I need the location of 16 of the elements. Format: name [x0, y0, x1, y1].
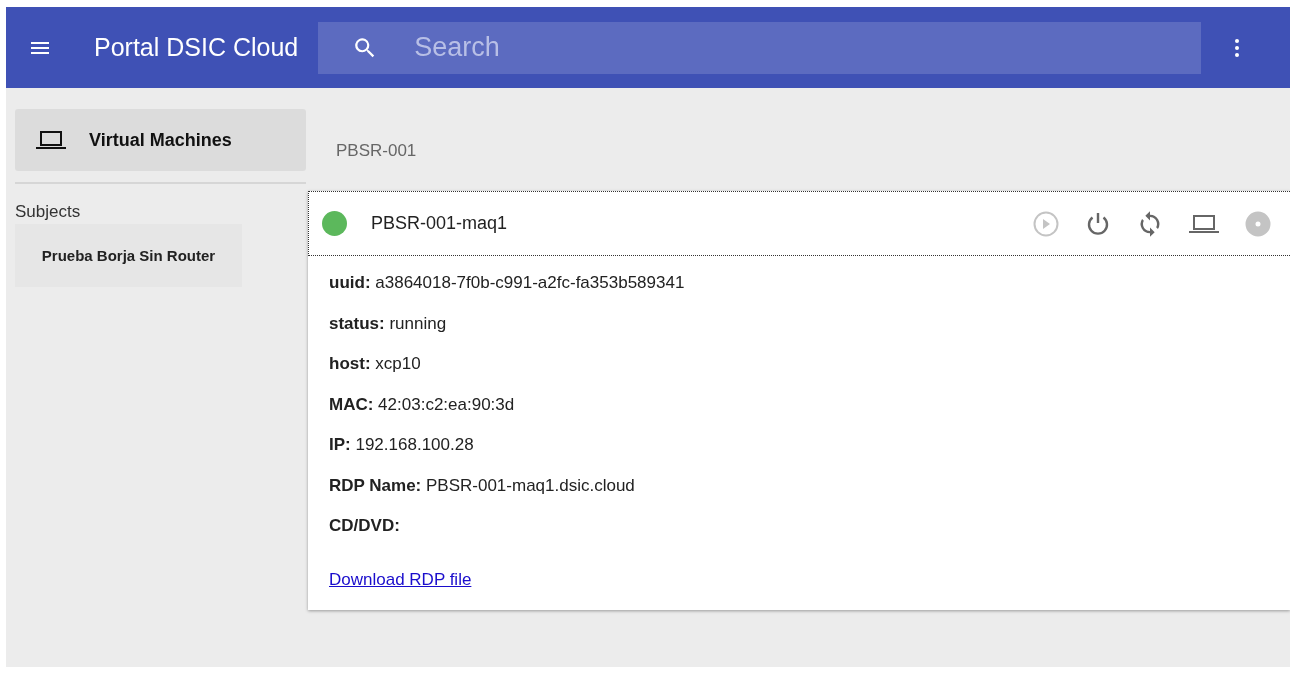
laptop-icon[interactable] — [35, 128, 67, 152]
download-link[interactable]: Download RDP file — [329, 569, 472, 590]
section-title: Subjects — [15, 202, 81, 222]
vm-name: PBSR-001-maq1 — [371, 213, 508, 234]
subject-item[interactable]: Prueba Borja Sin Router — [15, 224, 242, 287]
group-title: PBSR-001 — [336, 141, 417, 161]
detail-text: RDP Name: PBSR-001-maq1.dsic.cloud — [329, 475, 635, 496]
detail-text: MAC: 42:03:c2:ea:90:3d — [329, 394, 515, 415]
app-title: Portal DSIC Cloud — [94, 33, 299, 62]
nav-item[interactable]: Virtual Machines — [15, 109, 306, 171]
detail-text: uuid: a3864018-7f0b-c991-a2fc-fa353b589341 — [329, 273, 685, 293]
detail-text: status: running — [329, 313, 447, 334]
search-field[interactable]: Search — [318, 21, 1202, 74]
detail-text: IP: 192.168.100.28 — [329, 435, 474, 455]
detail-text: CD/DVD: — [329, 516, 400, 536]
detail-text: host: xcp10 — [329, 354, 421, 374]
